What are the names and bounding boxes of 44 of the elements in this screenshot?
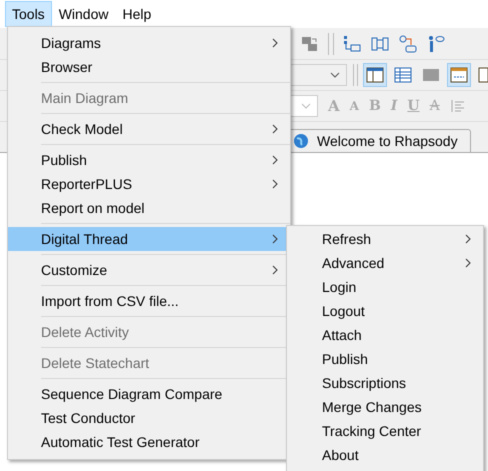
- dropdown-field[interactable]: [288, 64, 347, 86]
- menu-item[interactable]: Automatic Test Generator: [8, 430, 290, 454]
- menu-item[interactable]: Merge Changes: [287, 395, 483, 419]
- menu-item[interactable]: Import from CSV file...: [8, 289, 290, 313]
- chevron-right-icon: [272, 234, 278, 244]
- layout-icon[interactable]: [364, 64, 386, 86]
- menu-item[interactable]: Test Conductor: [8, 406, 290, 430]
- globe-icon: [293, 133, 309, 149]
- chevron-right-icon: [465, 258, 471, 268]
- menu-item[interactable]: Login: [287, 275, 483, 299]
- chevron-right-icon: [272, 38, 278, 48]
- menu-item[interactable]: Check Model: [8, 117, 290, 141]
- toolbar-icon[interactable]: [398, 34, 418, 54]
- menu-item[interactable]: Subscriptions: [287, 371, 483, 395]
- chevron-right-icon: [272, 155, 278, 165]
- menu-item[interactable]: Attach: [287, 323, 483, 347]
- menu-item[interactable]: Refresh: [287, 227, 483, 251]
- menu-item[interactable]: ReporterPLUS: [8, 172, 290, 196]
- menu-item[interactable]: Logout: [287, 299, 483, 323]
- actor-icon[interactable]: [426, 34, 446, 54]
- chevron-right-icon: [272, 124, 278, 134]
- tab[interactable]: Welcome to Rhapsody: [288, 129, 471, 152]
- menu-item[interactable]: Publish: [287, 347, 483, 371]
- menu-item[interactable]: Sequence Diagram Compare: [8, 382, 290, 406]
- menu-bar-item[interactable]: Tools: [5, 1, 52, 27]
- menu-item[interactable]: Diagrams: [8, 31, 290, 55]
- chevron-down-icon: [330, 72, 340, 78]
- menu-item[interactable]: Report on model: [8, 196, 290, 220]
- window-icon[interactable]: [448, 64, 470, 86]
- chevron-right-icon: [272, 179, 278, 189]
- menu-item[interactable]: Browser: [8, 55, 290, 79]
- chevron-right-icon: [272, 265, 278, 275]
- menu-bar-item[interactable]: Window: [52, 1, 116, 27]
- dropdown-field[interactable]: [288, 95, 318, 117]
- tab-label: Welcome to Rhapsody: [317, 133, 458, 149]
- toolbar-icon[interactable]: [342, 34, 362, 54]
- menu-item[interactable]: Customize: [8, 258, 290, 282]
- menu-item[interactable]: Publish: [8, 148, 290, 172]
- menu-item[interactable]: Tracking Center: [287, 419, 483, 443]
- chevron-down-icon: [301, 103, 311, 109]
- menu-item[interactable]: Advanced: [287, 251, 483, 275]
- menu-bar-item[interactable]: Help: [115, 1, 158, 27]
- menu-item[interactable]: About: [287, 443, 483, 467]
- chevron-right-icon: [465, 234, 471, 244]
